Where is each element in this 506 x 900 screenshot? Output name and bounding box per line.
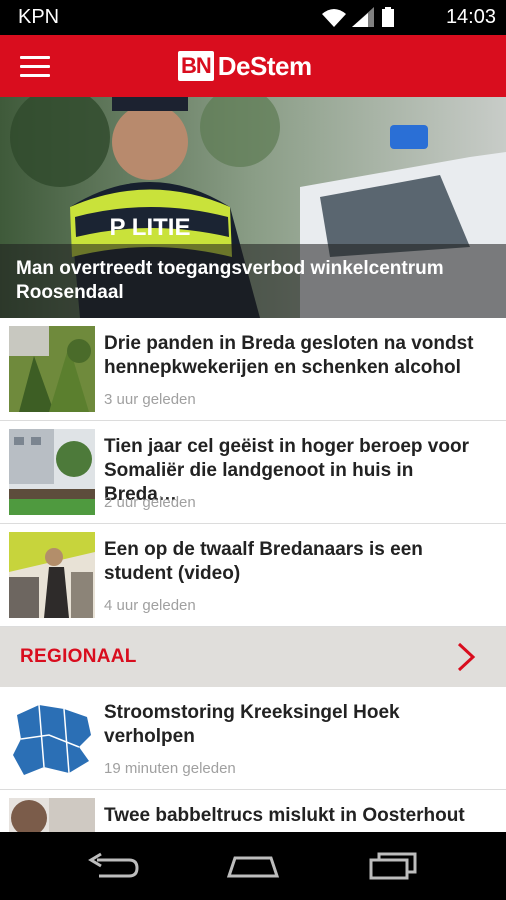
section-label: REGIONAAL [20, 646, 137, 667]
hero-title: Man overtreedt toegangsverbod winkelcent… [16, 258, 444, 303]
article-time: 19 minuten geleden [104, 760, 236, 777]
recents-icon[interactable] [363, 846, 423, 886]
article-title: Een op de twaalf Bredanaars is een stude… [104, 539, 423, 584]
article-thumbnail [9, 326, 95, 412]
article-title: Drie panden in Breda gesloten na vondst … [104, 333, 474, 378]
carrier-label: KPN [18, 6, 60, 28]
battery-icon [382, 7, 394, 27]
app-bar: BN DeStem [0, 35, 506, 97]
article-thumbnail [9, 532, 95, 618]
back-icon[interactable] [83, 846, 143, 886]
article-list: Drie panden in Breda gesloten na vondst … [0, 318, 506, 893]
logo-mark: BN [178, 51, 214, 81]
article-title: Stroomstoring Kreeksingel Hoek verholpen [104, 702, 400, 747]
system-nav-bar [0, 832, 506, 900]
vest-text: P LITIE [110, 214, 191, 241]
logo-name: DeStem [217, 50, 312, 81]
article-title: Twee babbeltrucs mislukt in Oosterhout [104, 805, 465, 826]
wifi-icon [322, 9, 346, 27]
hamburger-icon[interactable] [18, 51, 52, 81]
list-item[interactable]: Stroomstoring Kreeksingel Hoek verholpen… [0, 687, 506, 790]
hero-caption: Man overtreedt toegangsverbod winkelcent… [0, 244, 506, 318]
home-icon[interactable] [223, 846, 283, 886]
section-header-regionaal[interactable]: REGIONAAL [0, 627, 506, 687]
list-item[interactable]: Tien jaar cel geëist in hoger beroep voo… [0, 421, 506, 524]
signal-icon [352, 7, 374, 27]
clock: 14:03 [445, 6, 496, 28]
list-item[interactable]: Een op de twaalf Bredanaars is een stude… [0, 524, 506, 627]
hero-article[interactable]: P LITIE Man overtreedt toegangsverbod wi… [0, 97, 506, 318]
status-bar: KPN 14:03 [0, 0, 506, 35]
article-thumbnail [9, 429, 95, 515]
article-time: 2 uur geleden [104, 494, 196, 511]
chevron-right-icon [457, 642, 476, 672]
article-thumbnail [9, 695, 95, 781]
status-icons [322, 7, 394, 27]
article-time: 4 uur geleden [104, 597, 196, 614]
list-item[interactable]: Drie panden in Breda gesloten na vondst … [0, 318, 506, 421]
article-time: 3 uur geleden [104, 391, 196, 408]
app-logo: BN DeStem [178, 49, 312, 83]
